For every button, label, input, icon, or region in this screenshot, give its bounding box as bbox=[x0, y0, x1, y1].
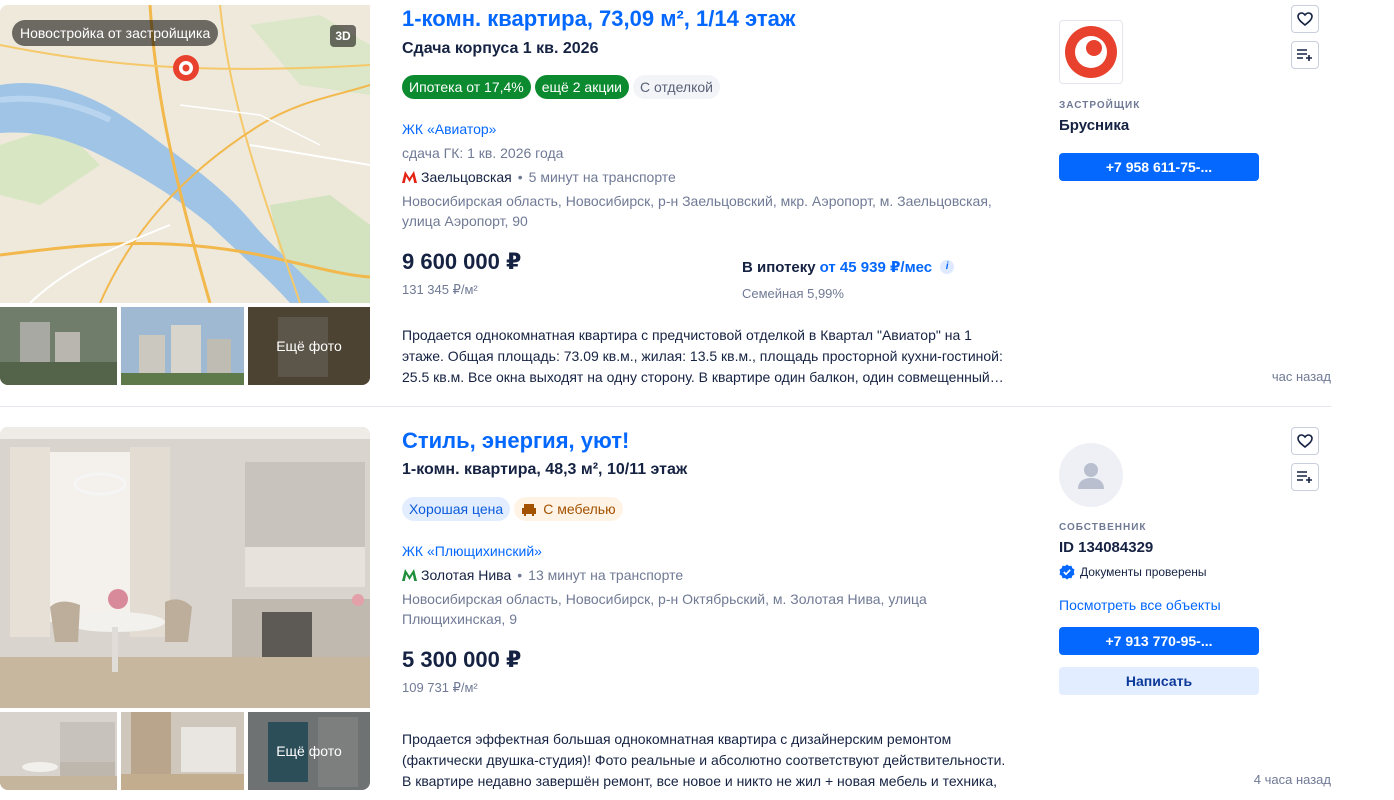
favorite-button[interactable] bbox=[1291, 5, 1319, 33]
thumbnail-photo-more[interactable]: Ещё фото bbox=[248, 712, 370, 790]
price: 5 300 000 ₽ bbox=[402, 647, 522, 672]
listing-subtitle: Сдача корпуса 1 кв. 2026 bbox=[402, 40, 599, 57]
metro-info: Заельцовская • 5 минут на транспорте bbox=[402, 169, 676, 185]
thumbnail-photo[interactable] bbox=[0, 712, 117, 790]
3d-tour-badge[interactable]: 3D bbox=[330, 25, 356, 47]
write-message-button[interactable]: Написать bbox=[1059, 667, 1259, 695]
avatar[interactable] bbox=[1059, 443, 1123, 507]
developer-name[interactable]: Брусника bbox=[1059, 117, 1129, 134]
person-icon bbox=[1078, 463, 1104, 489]
owner-id[interactable]: ID 134084329 bbox=[1059, 539, 1153, 556]
show-phone-button[interactable]: +7 958 611-75-... bbox=[1059, 153, 1259, 181]
add-to-list-icon bbox=[1297, 471, 1312, 483]
documents-verified: Документы проверены bbox=[1059, 564, 1207, 580]
price-per-m2: 109 731 ₽/м² bbox=[402, 680, 478, 695]
new-building-badge: Новостройка от застройщика bbox=[12, 20, 219, 46]
seller-role: СОБСТВЕННИК bbox=[1059, 522, 1147, 533]
add-to-list-button[interactable] bbox=[1291, 463, 1319, 491]
separator-dot: • bbox=[517, 169, 523, 185]
thumbnail-photo[interactable] bbox=[0, 307, 117, 385]
furniture-tag-label: С мебелью bbox=[543, 501, 616, 517]
see-all-objects-link[interactable]: Посмотреть все объекты bbox=[1059, 597, 1221, 613]
tags-row: Хорошая цена С мебелью bbox=[402, 497, 623, 521]
thumbnail-photo-more[interactable]: Ещё фото bbox=[248, 307, 370, 385]
more-photo-label: Ещё фото bbox=[248, 307, 370, 385]
good-price-tag: Хорошая цена bbox=[402, 497, 511, 521]
metro-station[interactable]: Заельцовская bbox=[421, 169, 512, 185]
add-to-list-button[interactable] bbox=[1291, 41, 1319, 69]
listing-title-link[interactable]: 1-комн. квартира, 73,09 м², 1/14 этаж bbox=[402, 6, 795, 32]
price: 9 600 000 ₽ bbox=[402, 249, 522, 274]
show-phone-button[interactable]: +7 913 770-95-... bbox=[1059, 627, 1259, 655]
thumbnail-photo[interactable] bbox=[121, 307, 244, 385]
separator-dot: • bbox=[517, 567, 523, 583]
address: Новосибирская область, Новосибирск, р-н … bbox=[402, 591, 927, 627]
metro-travel-time: 5 минут на транспорте bbox=[528, 169, 676, 185]
sofa-icon bbox=[522, 504, 537, 516]
metro-station[interactable]: Золотая Нива bbox=[421, 567, 511, 583]
listing-subtitle: 1-комн. квартира, 48,3 м², 10/11 этаж bbox=[402, 461, 688, 478]
photo-thumbnails: Ещё фото bbox=[0, 307, 370, 385]
listing-card[interactable]: Ещё фото Стиль, энергия, уют! 1-комн. кв… bbox=[0, 422, 1394, 800]
more-photo-label: Ещё фото bbox=[248, 712, 370, 790]
tags-row: Ипотека от 17,4% ещё 2 акции С отделкой bbox=[402, 75, 720, 99]
listing-divider bbox=[0, 406, 1331, 407]
photo-thumbnails: Ещё фото bbox=[0, 712, 370, 790]
heart-icon bbox=[1297, 434, 1313, 448]
more-promos-tag[interactable]: ещё 2 акции bbox=[534, 75, 629, 99]
address: Новосибирская область, Новосибирск, р-н … bbox=[402, 193, 992, 229]
completion-date: сдача ГК: 1 кв. 2026 года bbox=[402, 145, 564, 161]
mortgage-rate: Семейная 5,99% bbox=[742, 286, 844, 301]
metro-icon bbox=[402, 569, 417, 581]
thumbnail-photo[interactable] bbox=[121, 712, 244, 790]
heart-icon bbox=[1297, 12, 1313, 26]
info-icon[interactable]: i bbox=[940, 260, 955, 274]
complex-link[interactable]: ЖК «Авиатор» bbox=[402, 121, 496, 137]
listing-title-link[interactable]: Стиль, энергия, уют! bbox=[402, 428, 629, 454]
verified-icon bbox=[1059, 564, 1075, 580]
brusnika-logo bbox=[1065, 26, 1117, 78]
favorite-button[interactable] bbox=[1291, 427, 1319, 455]
metro-travel-time: 13 минут на транспорте bbox=[528, 567, 684, 583]
price-per-m2: 131 345 ₽/м² bbox=[402, 282, 478, 297]
documents-verified-label: Документы проверены bbox=[1080, 565, 1207, 579]
metro-icon bbox=[402, 171, 417, 183]
complex-link[interactable]: ЖК «Плющихинский» bbox=[402, 543, 542, 559]
published-time: 4 часа назад bbox=[1253, 772, 1331, 787]
developer-logo[interactable] bbox=[1059, 20, 1123, 84]
add-to-list-icon bbox=[1297, 49, 1312, 61]
finishing-tag: С отделкой bbox=[632, 75, 720, 99]
mortgage-label: В ипотеку bbox=[742, 258, 816, 276]
metro-info: Золотая Нива • 13 минут на транспорте bbox=[402, 567, 683, 583]
published-time: час назад bbox=[1271, 369, 1331, 384]
listing-description: Продается эффектная большая однокомнатна… bbox=[402, 731, 1006, 789]
map-photo[interactable]: Новостройка от застройщика 3D bbox=[0, 5, 370, 303]
seller-role: ЗАСТРОЙЩИК bbox=[1059, 100, 1141, 111]
mortgage-offer[interactable]: В ипотеку от 45 939 ₽/мес i bbox=[742, 258, 955, 276]
main-photo[interactable] bbox=[0, 427, 370, 708]
listing-card[interactable]: Новостройка от застройщика 3D Ещё фото 1… bbox=[0, 0, 1394, 402]
listing-description: Продается однокомнатная квартира с предч… bbox=[402, 327, 1004, 385]
furniture-tag: С мебелью bbox=[514, 497, 623, 521]
mortgage-tag[interactable]: Ипотека от 17,4% bbox=[402, 75, 531, 99]
mortgage-amount[interactable]: от 45 939 ₽/мес bbox=[820, 258, 933, 276]
